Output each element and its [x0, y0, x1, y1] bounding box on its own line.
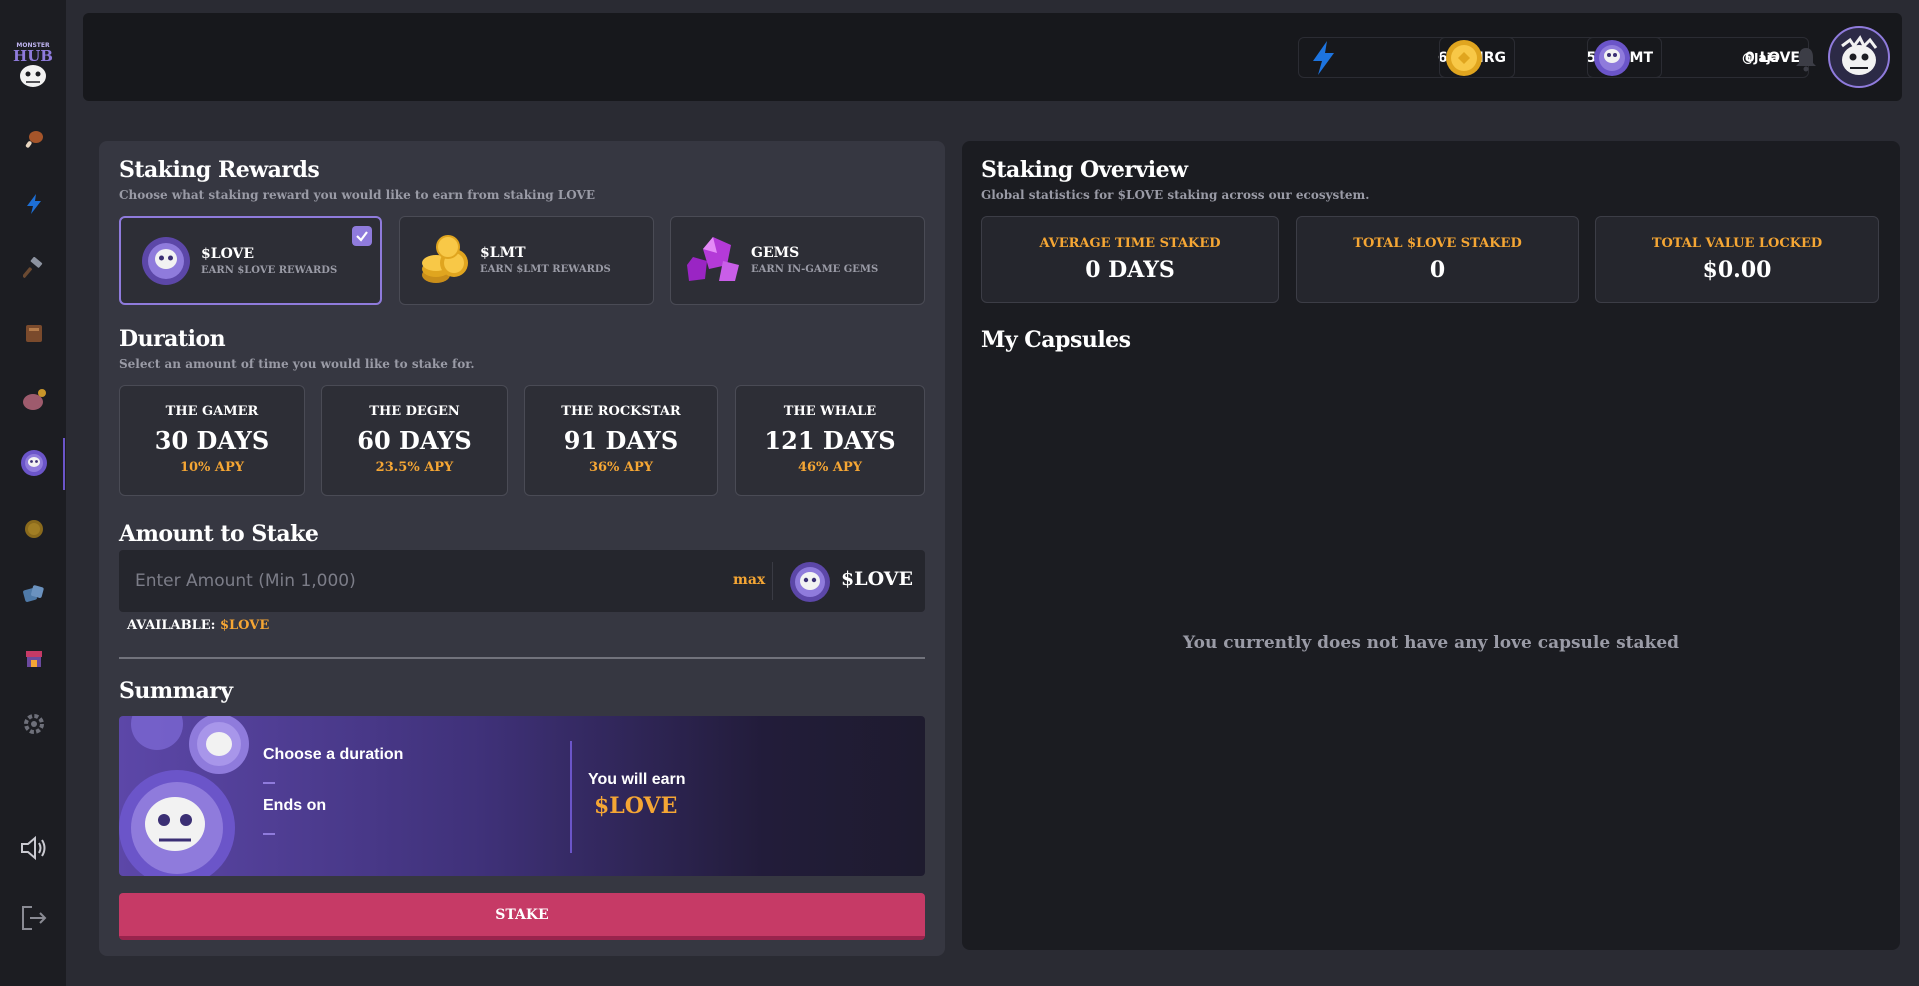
duration-option-degen[interactable]: THE DEGEN 60 DAYS 23.5% APY	[321, 385, 508, 496]
sidebar-active-indicator	[63, 438, 65, 490]
duration-days: 121 DAYS	[764, 426, 896, 455]
duration-name: THE DEGEN	[369, 404, 460, 419]
piggy-bank-icon[interactable]	[20, 386, 48, 414]
duration-subtitle: Select an amount of time you would like …	[119, 357, 475, 371]
reward-title: $LOVE	[201, 246, 255, 262]
stat-total-staked: TOTAL $LOVE STAKED 0	[1296, 216, 1579, 303]
gems-icon	[685, 235, 743, 289]
reward-subtitle: EARN $LOVE REWARDS	[201, 265, 338, 276]
sidebar: MONSTER HUB	[0, 0, 66, 986]
energy-icon	[1303, 38, 1343, 82]
love-coins-illustration	[119, 716, 259, 876]
stat-label: TOTAL VALUE LOCKED	[1651, 236, 1823, 251]
gold-coin-icon[interactable]	[20, 515, 48, 543]
gear-icon[interactable]	[20, 710, 48, 738]
stat-value: $0.00	[1702, 257, 1772, 283]
duration-days: 91 DAYS	[563, 426, 679, 455]
amount-token-label: $LOVE	[841, 568, 914, 590]
book-icon[interactable]	[20, 319, 48, 347]
duration-apy: 36% APY	[588, 460, 654, 475]
reward-title: GEMS	[751, 245, 800, 261]
duration-name: THE ROCKSTAR	[561, 404, 681, 419]
available-token: $LOVE	[219, 618, 270, 633]
available-label: AVAILABLE:	[127, 618, 216, 633]
duration-apy: 46% APY	[797, 460, 863, 475]
reward-option-love[interactable]: $LOVE EARN $LOVE REWARDS	[119, 216, 382, 305]
speaker-icon[interactable]	[18, 832, 50, 864]
summary-divider	[570, 741, 572, 853]
love-coin-icon	[789, 561, 831, 607]
gold-coin-icon	[1444, 38, 1484, 82]
reward-option-lmt[interactable]: $LMT EARN $LMT REWARDS	[399, 216, 654, 305]
stat-average-time: AVERAGE TIME STAKED 0 DAYS	[981, 216, 1279, 303]
overview-subtitle: Global statistics for $LOVE staking acro…	[981, 188, 1370, 202]
stat-label: AVERAGE TIME STAKED	[1039, 236, 1221, 251]
avatar[interactable]	[1828, 26, 1890, 88]
duration-title: Duration	[119, 326, 226, 352]
love-coin-icon	[141, 234, 191, 292]
choose-duration-label: Choose a duration	[263, 746, 404, 763]
max-button[interactable]: max	[733, 572, 765, 588]
stat-value: 0	[1429, 257, 1446, 283]
duration-days: 60 DAYS	[357, 426, 472, 455]
top-bar: 651 NRG 537 LMT 0 LOVE @Jaja	[83, 13, 1902, 101]
divider	[772, 562, 773, 600]
duration-days: 30 DAYS	[154, 426, 270, 455]
amount-input[interactable]	[135, 566, 695, 596]
stat-value: 0 DAYS	[1085, 257, 1175, 283]
divider	[119, 657, 925, 659]
earn-label: You will earn	[588, 771, 686, 788]
reward-option-gems[interactable]: GEMS EARN IN-GAME GEMS	[670, 216, 925, 305]
staking-rewards-subtitle: Choose what staking reward you would lik…	[119, 188, 596, 202]
stat-total-value-locked: TOTAL VALUE LOCKED $0.00	[1595, 216, 1879, 303]
overview-title: Staking Overview	[981, 157, 1188, 183]
energy-icon[interactable]	[20, 190, 48, 218]
capsules-empty-message: You currently does not have any love cap…	[1182, 633, 1680, 653]
duration-name: THE GAMER	[165, 404, 259, 419]
duration-name: THE WHALE	[783, 404, 877, 419]
summary-title: Summary	[119, 678, 233, 704]
bell-icon[interactable]	[1794, 46, 1818, 72]
check-icon	[352, 226, 372, 246]
duration-placeholder-dash	[263, 782, 275, 784]
reward-subtitle: EARN IN-GAME GEMS	[751, 264, 879, 275]
staking-rewards-title: Staking Rewards	[119, 157, 320, 183]
love-coin-icon[interactable]	[20, 449, 48, 477]
available-balance: AVAILABLE: $LOVE	[127, 618, 269, 633]
duration-apy: 23.5% APY	[375, 460, 454, 475]
duration-option-gamer[interactable]: THE GAMER 30 DAYS 10% APY	[119, 385, 305, 496]
ends-on-label: Ends on	[263, 797, 327, 814]
duration-apy: 10% APY	[179, 460, 245, 475]
shop-icon[interactable]	[20, 645, 48, 673]
chicken-leg-icon[interactable]	[20, 125, 48, 153]
hub-logo[interactable]: MONSTER HUB	[10, 36, 56, 88]
love-coin-icon	[1592, 38, 1632, 82]
amount-field: max $LOVE	[119, 550, 925, 612]
username[interactable]: @Jaja	[1742, 51, 1779, 65]
hammer-icon[interactable]	[20, 254, 48, 282]
logout-icon[interactable]	[18, 902, 50, 934]
summary-card: Choose a duration Ends on You will earn …	[119, 716, 925, 876]
ends-placeholder-dash	[263, 833, 275, 835]
svg-text:HUB: HUB	[13, 47, 53, 65]
duration-option-whale[interactable]: THE WHALE 121 DAYS 46% APY	[735, 385, 925, 496]
dice-icon[interactable]	[20, 580, 48, 608]
capsules-title: My Capsules	[981, 327, 1131, 353]
reward-title: $LMT	[480, 245, 526, 261]
amount-title: Amount to Stake	[119, 521, 319, 547]
earn-token: $LOVE	[594, 793, 678, 819]
duration-option-rockstar[interactable]: THE ROCKSTAR 91 DAYS 36% APY	[524, 385, 718, 496]
stake-button[interactable]: STAKE	[119, 893, 925, 940]
gold-coins-icon	[416, 233, 472, 291]
reward-subtitle: EARN $LMT REWARDS	[480, 264, 611, 275]
stat-label: TOTAL $LOVE STAKED	[1353, 236, 1522, 251]
